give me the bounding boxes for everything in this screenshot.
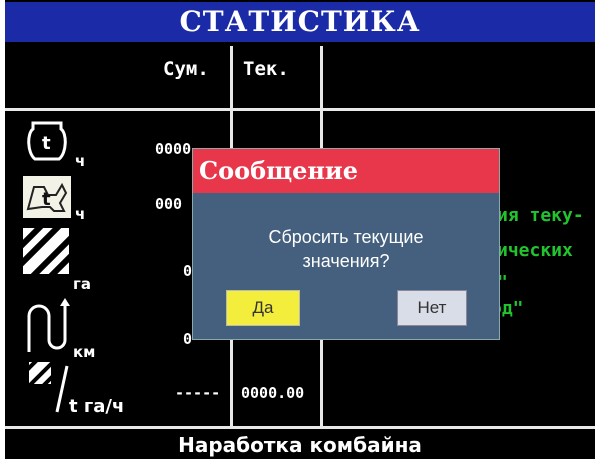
row-sum-value: 0 xyxy=(183,330,193,348)
page-title: СТАТИСТИКА xyxy=(5,2,595,42)
no-button[interactable]: Нет xyxy=(397,290,467,326)
yes-button[interactable]: Да xyxy=(226,290,300,326)
header-divider xyxy=(5,108,595,111)
info-text-line: ия теку- xyxy=(497,205,584,226)
row-unit: км xyxy=(73,343,96,361)
footer-caption: Наработка комбайна xyxy=(5,426,595,459)
row-unit: га xyxy=(73,275,91,293)
dialog-title: Сообщение xyxy=(193,149,499,193)
dialog-message: Сбросить текущие значения? xyxy=(193,225,499,273)
dialog-message-line: Сбросить текущие xyxy=(268,227,424,247)
engine-hours-icon: t xyxy=(27,121,67,161)
row-sum-value: 000 xyxy=(155,195,183,213)
column-header-current: Тек. xyxy=(243,58,289,80)
row-sum-value: 0 xyxy=(183,262,193,280)
dialog-message-line: значения? xyxy=(302,251,390,271)
svg-text:t: t xyxy=(42,189,51,210)
info-text-line: ических xyxy=(497,240,573,261)
column-header-sum: Сум. xyxy=(163,58,209,80)
row-current-value: 0000.00 xyxy=(241,384,305,402)
svg-text:t: t xyxy=(42,133,51,154)
row-unit: ч xyxy=(75,205,86,223)
distance-icon xyxy=(27,298,70,352)
row-sum-value: 0000 xyxy=(155,140,192,158)
area-icon xyxy=(23,228,69,274)
row-unit: ч xyxy=(75,152,86,170)
threshing-hours-icon: t xyxy=(23,176,71,218)
confirm-dialog: Сообщение Сбросить текущие значения? Да … xyxy=(192,148,500,340)
row-sum-value: ----- xyxy=(175,384,221,402)
row-unit: t га/ч xyxy=(69,396,125,417)
